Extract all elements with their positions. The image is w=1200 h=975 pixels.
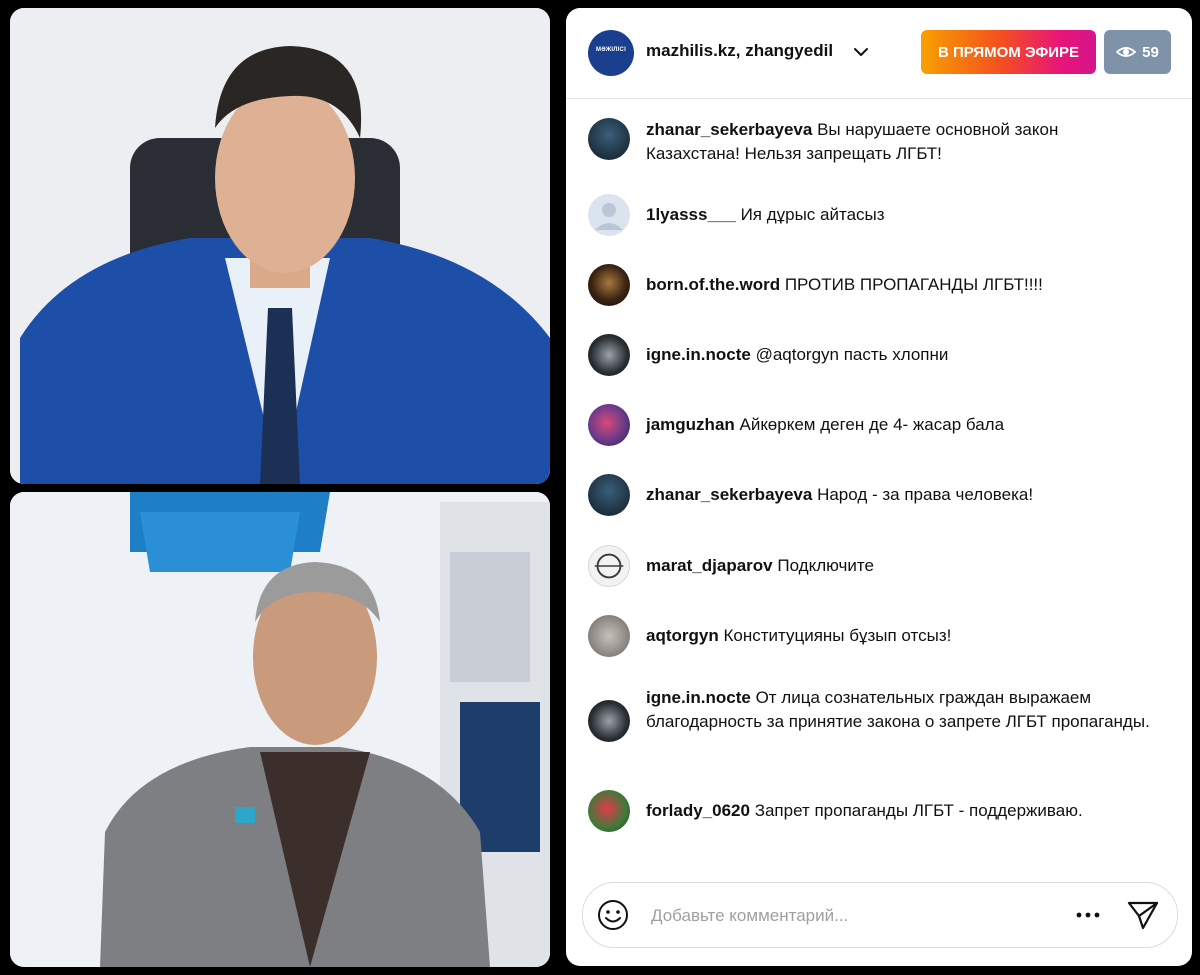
- user-avatar[interactable]: [588, 615, 630, 657]
- comment-bar: [582, 882, 1178, 948]
- video-feed-bottom: [10, 492, 550, 967]
- logo-avatar-icon: [594, 553, 624, 579]
- comment-text-block: igne.in.nocte @aqtorgyn пасть хлопни: [646, 343, 1156, 367]
- viewer-count: 59: [1142, 43, 1159, 61]
- comment-username[interactable]: 1lyasss___: [646, 205, 736, 224]
- comment-text-block: aqtorgyn Конституцияны бұзып отсыз!: [646, 624, 1156, 648]
- comment-text-block: marat_djaparov Подключите: [646, 554, 1156, 578]
- paper-plane-icon[interactable]: [1125, 897, 1161, 933]
- eye-icon: [1116, 47, 1137, 57]
- comment-text-block: born.of.the.word ПРОТИВ ПРОПАГАНДЫ ЛГБТ!…: [646, 273, 1156, 297]
- comment-username[interactable]: born.of.the.word: [646, 275, 780, 294]
- comment-message: Айкөркем деген де 4- жасар бала: [739, 415, 1005, 434]
- viewer-count-badge: 59: [1104, 30, 1171, 74]
- user-avatar[interactable]: [588, 474, 630, 516]
- user-avatar[interactable]: [588, 545, 630, 587]
- chevron-down-icon[interactable]: [852, 43, 870, 61]
- comment-text-block: igne.in.nocte От лица сознательных гражд…: [646, 686, 1156, 734]
- comment-username[interactable]: zhanar_sekerbayeva: [646, 120, 812, 139]
- comment-message: @aqtorgyn пасть хлопни: [755, 345, 949, 364]
- comment-message: Подключите: [777, 556, 874, 575]
- comment-text-block: zhanar_sekerbayeva Вы нарушаете основной…: [646, 118, 1156, 166]
- channel-avatar[interactable]: МӘЖІЛІСІ: [588, 30, 634, 76]
- comment-message: Запрет пропаганды ЛГБТ - поддерживаю.: [754, 801, 1083, 820]
- comment-username[interactable]: igne.in.nocte: [646, 345, 751, 364]
- default-avatar-icon: [595, 203, 623, 230]
- comment-text-block: 1lyasss___ Ия дұрыс айтасыз: [646, 203, 1156, 227]
- live-chat-panel: МӘЖІЛІСІ mazhilis.kz, zhangyedil В ПРЯМО…: [566, 8, 1192, 966]
- comment-message: Ия дұрыс айтасыз: [740, 205, 885, 224]
- comment-text-block: forlady_0620 Запрет пропаганды ЛГБТ - по…: [646, 799, 1156, 823]
- video-feed-top: [10, 8, 550, 484]
- channel-name[interactable]: mazhilis.kz, zhangyedil: [646, 41, 833, 61]
- user-avatar[interactable]: [588, 118, 630, 160]
- comment-message: ПРОТИВ ПРОПАГАНДЫ ЛГБТ!!!!: [784, 275, 1043, 294]
- speaker-video-bottom: [10, 492, 550, 967]
- live-badge: В ПРЯМОМ ЭФИРЕ: [921, 30, 1096, 74]
- user-avatar[interactable]: [588, 790, 630, 832]
- comment-username[interactable]: zhanar_sekerbayeva: [646, 485, 812, 504]
- comment-username[interactable]: jamguzhan: [646, 415, 735, 434]
- more-dots-icon[interactable]: [1073, 901, 1103, 929]
- comment-username[interactable]: marat_djaparov: [646, 556, 773, 575]
- comment-text-block: zhanar_sekerbayeva Народ - за права чело…: [646, 483, 1156, 507]
- comment-message: Народ - за права человека!: [817, 485, 1034, 504]
- smiley-icon[interactable]: [595, 897, 631, 933]
- comment-username[interactable]: forlady_0620: [646, 801, 750, 820]
- live-header: МӘЖІЛІСІ mazhilis.kz, zhangyedil В ПРЯМО…: [566, 8, 1192, 99]
- user-avatar[interactable]: [588, 194, 630, 236]
- user-avatar[interactable]: [588, 334, 630, 376]
- comment-username[interactable]: aqtorgyn: [646, 626, 719, 645]
- user-avatar[interactable]: [588, 264, 630, 306]
- speaker-video-top: [10, 8, 550, 484]
- user-avatar[interactable]: [588, 404, 630, 446]
- comment-text-block: jamguzhan Айкөркем деген де 4- жасар бал…: [646, 413, 1156, 437]
- comment-message: Конституцияны бұзып отсыз!: [723, 626, 952, 645]
- user-avatar[interactable]: [588, 700, 630, 742]
- channel-avatar-text: МӘЖІЛІСІ: [596, 47, 626, 53]
- comment-input[interactable]: [649, 899, 1033, 933]
- comment-username[interactable]: igne.in.nocte: [646, 688, 751, 707]
